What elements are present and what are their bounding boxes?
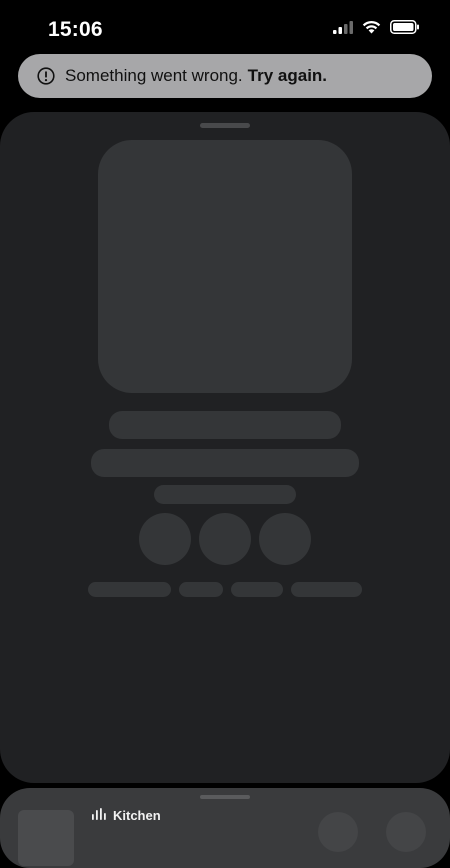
wifi-icon — [362, 20, 381, 34]
alert-circle-icon — [37, 67, 55, 85]
device-name: Kitchen — [113, 808, 161, 823]
error-message: Something went wrong. — [65, 66, 243, 85]
battery-icon — [390, 20, 420, 34]
tag-placeholder — [291, 582, 362, 597]
status-icons — [333, 20, 420, 34]
output-device[interactable]: Kitchen — [92, 808, 161, 823]
tag-placeholder — [88, 582, 171, 597]
status-time: 15:06 — [48, 18, 103, 41]
meta-placeholder — [154, 485, 296, 504]
mini-player-artwork — [18, 810, 74, 866]
speaker-bars-icon — [92, 808, 106, 823]
mini-player-control[interactable] — [386, 812, 426, 852]
title-placeholder — [109, 411, 341, 439]
status-bar: 15:06 — [0, 0, 450, 54]
control-placeholder — [199, 513, 251, 565]
try-again-button[interactable]: Try again. — [248, 66, 327, 86]
sheet-grabber[interactable] — [200, 123, 250, 128]
cellular-signal-icon — [333, 20, 353, 34]
mini-player-grabber[interactable] — [200, 795, 250, 799]
tag-placeholder — [231, 582, 283, 597]
subtitle-placeholder — [91, 449, 359, 477]
artwork-placeholder — [98, 140, 352, 393]
error-toast: Something went wrong. Try again. — [18, 54, 432, 98]
control-placeholder — [259, 513, 311, 565]
tag-placeholder — [179, 582, 223, 597]
now-playing-sheet — [0, 112, 450, 783]
control-placeholder — [139, 513, 191, 565]
mini-player-control[interactable] — [318, 812, 358, 852]
mini-player[interactable]: Kitchen — [0, 788, 450, 868]
